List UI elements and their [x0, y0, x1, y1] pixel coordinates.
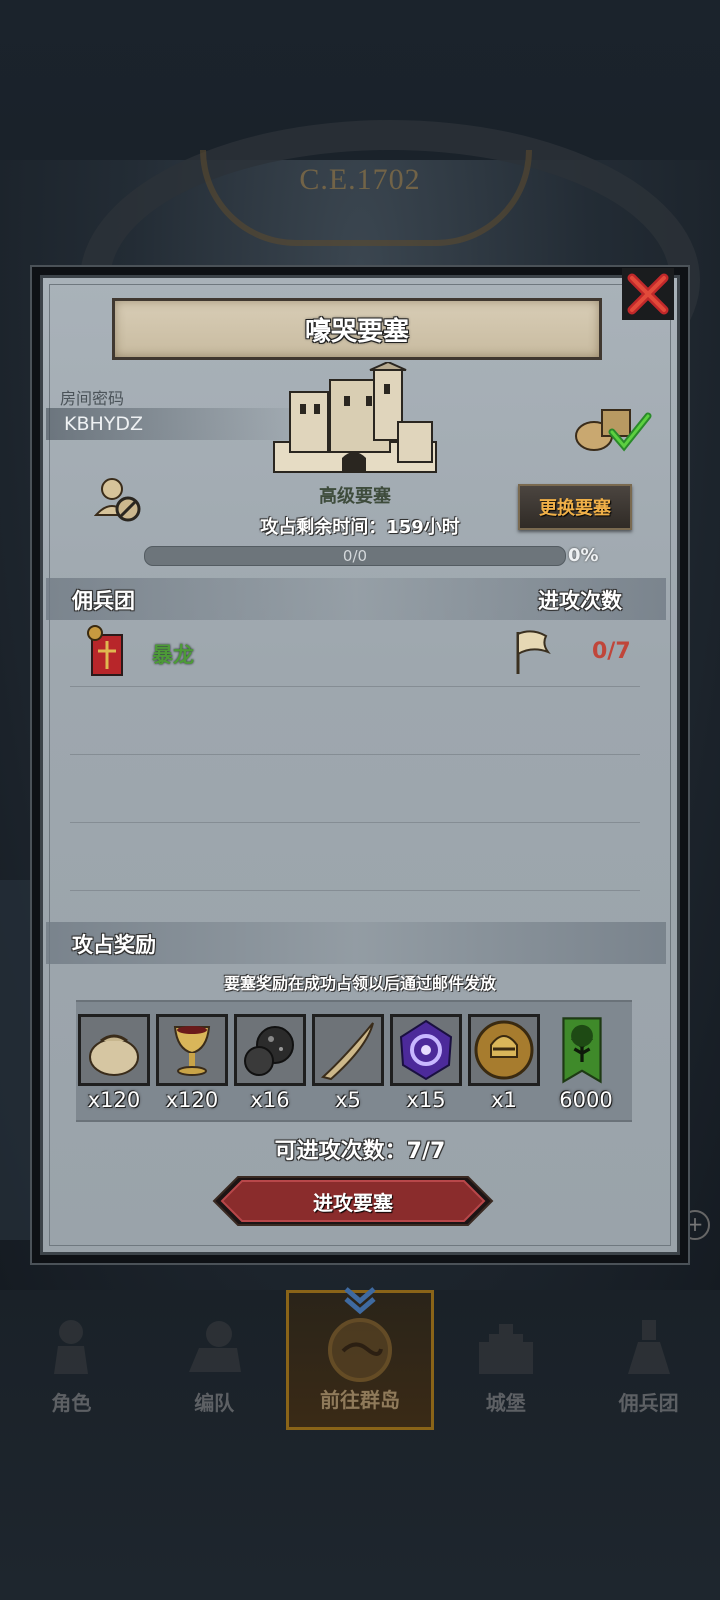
flag-icon [516, 630, 551, 674]
reward-item[interactable] [78, 1014, 150, 1086]
nav-item-role[interactable]: 角色 [0, 1290, 143, 1430]
helmet-medal-icon [471, 1017, 537, 1083]
guild-banner-icon [87, 625, 123, 676]
side-panel-glimpse [0, 880, 30, 1240]
change-fortress-label: 更换要塞 [539, 498, 611, 519]
reward-qty: x15 [406, 1088, 446, 1112]
nav-label-castle: 城堡 [485, 1391, 526, 1415]
squad-icon [189, 1321, 242, 1372]
nav-label-role: 角色 [51, 1391, 92, 1415]
attack-fortress-label: 进攻要塞 [313, 1190, 393, 1215]
roster-row-divider [70, 822, 640, 823]
roster-header-attacks: 进攻次数 [538, 589, 622, 613]
mercenary-icon [627, 1320, 670, 1374]
fortress-grade: 高级要塞 [319, 486, 391, 507]
room-password-label: 房间密码 [60, 389, 125, 408]
goblet-icon [159, 1017, 225, 1083]
roster-row-divider [70, 890, 640, 891]
capture-progress-percent: 0% [568, 545, 599, 566]
reward-item[interactable] [156, 1014, 228, 1086]
supply-check-icon[interactable] [572, 402, 652, 454]
change-fortress-button[interactable]: 更换要塞 [518, 484, 632, 530]
guild-name[interactable]: 暴龙 [152, 639, 194, 669]
reward-qty: x120 [87, 1088, 141, 1112]
rewards-header: 攻占奖励 [72, 933, 156, 957]
reward-item[interactable] [234, 1014, 306, 1086]
reward-qty: x5 [335, 1088, 361, 1112]
islands-icon [327, 1318, 392, 1382]
nav-item-mercenary[interactable]: 佣兵团 [577, 1290, 720, 1430]
rewards-note: 要塞奖励在成功占领以后通过邮件发放 [223, 974, 496, 993]
capture-time-remaining: 攻占剩余时间：159小时 [260, 517, 460, 538]
roster-row-divider [70, 754, 640, 755]
reward-item[interactable] [468, 1014, 540, 1086]
chevron-down-icon [344, 1287, 376, 1315]
roster-header-guild: 佣兵团 [72, 589, 135, 613]
attack-fortress-button[interactable]: 进攻要塞 [212, 1175, 494, 1227]
dialog-title: 嚎哭要塞 [304, 316, 409, 347]
reward-qty: x16 [250, 1088, 290, 1112]
guild-attack-count: 0/7 [592, 639, 631, 664]
reward-qty: 6000 [559, 1088, 613, 1112]
horn-icon [315, 1017, 381, 1083]
dialog-title-banner: 嚎哭要塞 [112, 298, 602, 360]
reward-item[interactable] [546, 1014, 618, 1086]
nav-label-squad: 编队 [194, 1391, 235, 1415]
capture-progress-bar: 0/0 [144, 546, 566, 566]
roster-row-divider [70, 686, 640, 687]
reward-qty: x120 [165, 1088, 219, 1112]
nav-label-mercenary: 佣兵团 [618, 1391, 679, 1415]
room-code-value[interactable]: KBHYDZ [64, 413, 143, 435]
knight-icon [54, 1320, 89, 1374]
capture-progress-text: 0/0 [342, 547, 368, 565]
nav-label-islands: 前往群岛 [319, 1388, 400, 1412]
no-player-icon [94, 478, 141, 522]
close-icon[interactable] [622, 268, 674, 320]
tree-banner-icon [562, 1017, 602, 1084]
rune-crystal-icon [393, 1017, 459, 1083]
reward-item[interactable] [312, 1014, 384, 1086]
ore-icon [237, 1017, 303, 1083]
reward-item[interactable] [390, 1014, 462, 1086]
nav-item-castle[interactable]: 城堡 [434, 1290, 577, 1430]
sack-icon [81, 1017, 147, 1083]
reward-qty: x1 [491, 1088, 517, 1112]
nav-item-squad[interactable]: 编队 [143, 1290, 286, 1430]
castle-icon [478, 1324, 533, 1374]
era-label: C.E.1702 [299, 163, 421, 196]
attack-attempts: 可进攻次数：7/7 [274, 1139, 446, 1164]
fortress-castle-image [273, 362, 437, 473]
